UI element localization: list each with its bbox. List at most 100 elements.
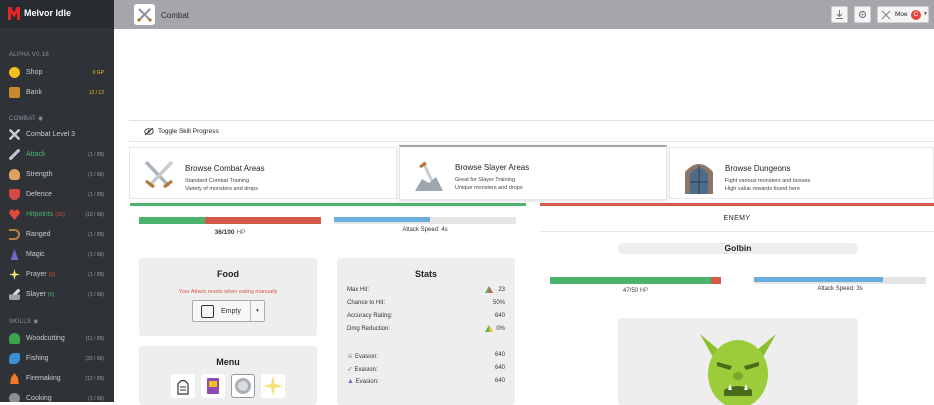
sidebar-item-slayer[interactable]: Slayer (5) (1 / 99): [0, 286, 114, 304]
version-label: ALPHA V0.16: [9, 52, 49, 58]
strength-triangle-icon: [485, 286, 493, 295]
heart-icon: [9, 209, 20, 220]
sidebar-item-firemaking[interactable]: Firemaking (12 / 99): [0, 370, 114, 388]
wizard-hat-icon: ▲: [347, 378, 354, 385]
sidebar: Melvor Idle ALPHA V0.16 Shop 0 GP Bank 1…: [0, 0, 114, 402]
food-select[interactable]: Empty ▼: [192, 300, 265, 322]
bow-icon: ➶: [347, 366, 353, 373]
bank-chest-icon: [9, 87, 20, 98]
fish-icon: [9, 353, 20, 364]
sparkle-icon: [9, 269, 20, 280]
sidebar-item-attack[interactable]: Attack (1 / 99): [0, 146, 114, 164]
food-warning: Your Attack resets when eating manually: [178, 289, 278, 295]
player-attack-bar: [334, 217, 516, 224]
stat-max-hit: Max Hit: 23: [347, 286, 505, 295]
sidebar-item-bank[interactable]: Bank 12 / 12: [0, 84, 114, 102]
golbin-image: [700, 334, 776, 405]
enemy-header: ENEMY: [540, 206, 934, 232]
top-bar: Combat Moe C ▼: [114, 0, 934, 29]
stats-title: Stats: [414, 269, 437, 279]
crossed-swords-icon: [9, 129, 20, 140]
player-attack-fill: [334, 217, 431, 222]
gear-icon: [858, 10, 867, 19]
shield-icon: [9, 189, 20, 200]
player-hp-fill: [139, 217, 205, 224]
melvor-logo-icon: [8, 7, 20, 20]
brand-bar[interactable]: Melvor Idle: [0, 0, 114, 28]
enemy-hp-bar: [550, 277, 721, 284]
stat-chance-to-hit: Chance to Hit: 50%: [347, 300, 505, 306]
page-title: Combat: [161, 11, 190, 20]
download-icon: [836, 10, 843, 19]
sidebar-item-cooking[interactable]: Cooking (1 / 99): [0, 390, 114, 402]
sidebar-item-ranged[interactable]: Ranged (1 / 99): [0, 226, 114, 244]
sparkle-icon: [263, 376, 283, 396]
food-box: Food Your Attack resets when eating manu…: [139, 258, 317, 336]
browse-combat-areas-card[interactable]: Browse Combat Areas Standard Combat Trai…: [129, 147, 397, 199]
enemy-attack-speed: Attack Speed: 3s: [817, 286, 863, 292]
sidebar-item-woodcutting[interactable]: Woodcutting (11 / 99): [0, 330, 114, 348]
sidebar-item-magic[interactable]: Magic (1 / 99): [0, 246, 114, 264]
stats-box: Stats Max Hit: 23 Chance to Hit: 50% Accur…: [337, 258, 515, 405]
plate-icon: [235, 378, 251, 394]
prayer-button[interactable]: [261, 374, 285, 398]
crossed-swords-icon: [881, 10, 891, 20]
sidebar-item-fishing[interactable]: Fishing (33 / 99): [0, 350, 114, 368]
food-title: Food: [217, 269, 239, 279]
sidebar-item-defence[interactable]: Defence (1 / 99): [0, 186, 114, 204]
sidebar-item-combat-level[interactable]: Combat Level 3: [0, 126, 114, 144]
equipment-button[interactable]: [171, 374, 195, 398]
tree-icon: [9, 333, 20, 344]
sidebar-item-shop[interactable]: Shop 0 GP: [0, 64, 114, 82]
stat-accuracy-rating: Accuracy Rating: 640: [347, 313, 505, 319]
gp-count: 0 GP: [92, 70, 104, 76]
fire-icon: [10, 373, 19, 384]
spellbook-button[interactable]: [201, 374, 225, 398]
eye-slash-icon: [144, 127, 154, 136]
download-button[interactable]: [831, 6, 848, 23]
enemy-attack-fill: [754, 277, 883, 282]
sword-icon: [9, 149, 20, 160]
enemy-portrait-box: [618, 318, 858, 405]
browse-slayer-areas-card[interactable]: Browse Slayer Areas Great for Slayer Tra…: [399, 145, 667, 200]
enemy-attack-bar: [754, 277, 926, 284]
sword-in-stone-icon: [415, 161, 443, 191]
dungeon-door-icon: [685, 164, 713, 194]
toggle-skill-progress[interactable]: Toggle Skill Progress: [129, 120, 934, 142]
player-attack-speed: Attack Speed: 4s: [402, 227, 448, 233]
enemy-hp-text: 47/50 HP: [622, 288, 649, 294]
empty-slot-icon: [201, 305, 214, 318]
enemy-panel: ENEMY Golbin 47/50 HP Attack Speed: 3s: [540, 203, 934, 405]
menu-title: Menu: [216, 357, 240, 367]
user-name: Moe: [895, 11, 908, 18]
browse-dungeons-card[interactable]: Browse Dungeons Fight various monsters a…: [669, 147, 934, 199]
settings-button[interactable]: [854, 6, 871, 23]
menu-box: Menu: [139, 346, 317, 405]
helmet-icon: [177, 379, 189, 395]
app-title: Melvor Idle: [24, 8, 72, 18]
skills-section-label: SKILLS ◉: [9, 319, 39, 325]
chevron-down-icon: ▼: [923, 11, 928, 17]
crossed-swords-icon: ⚔: [347, 353, 354, 360]
wizard-hat-icon: [10, 249, 19, 260]
player-panel: 36/100 HP Attack Speed: 4s Food Your Att…: [130, 203, 526, 405]
combat-section-label: COMBAT ◉: [9, 116, 44, 122]
eye-icon: ◉: [33, 319, 39, 325]
eye-icon: ◉: [37, 116, 44, 122]
stat-magic-evasion: ▲ Evasion: 640: [347, 378, 505, 385]
enemy-name: Golbin: [618, 243, 858, 254]
sidebar-item-hitpoints[interactable]: Hitpoints (36) (10 / 99): [0, 206, 114, 224]
stat-ranged-evasion: ➶ Evasion: 640: [347, 365, 505, 373]
fist-icon: [9, 169, 20, 180]
bow-icon: [9, 229, 20, 240]
stat-dmg-reduction: Dmg Reduction: 0%: [347, 325, 505, 334]
user-menu-button[interactable]: Moe C ▼: [877, 6, 929, 23]
stat-melee-evasion: ⚔ Evasion: 640: [347, 352, 505, 360]
combat-header-icon: [134, 4, 155, 25]
chevron-down-icon: ▼: [255, 308, 260, 314]
player-hp-bar: [139, 217, 321, 224]
sidebar-item-prayer[interactable]: Prayer (0) (1 / 99): [0, 266, 114, 284]
auto-eat-button[interactable]: [231, 374, 255, 398]
defence-triangle-icon: [485, 325, 493, 334]
sidebar-item-strength[interactable]: Strength (1 / 99): [0, 166, 114, 184]
